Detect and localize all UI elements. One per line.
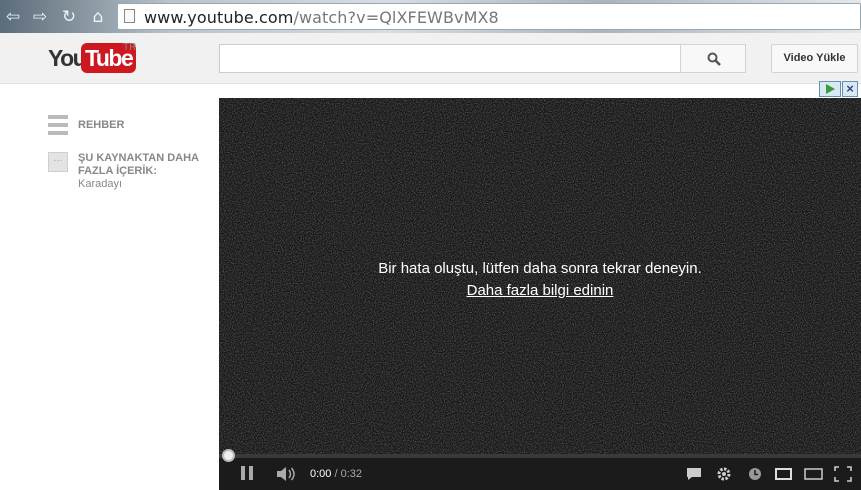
search-button[interactable]: [680, 44, 746, 73]
small-player-icon[interactable]: [775, 466, 793, 482]
upload-button[interactable]: Video Yükle: [771, 44, 858, 73]
fullscreen-icon[interactable]: [834, 466, 852, 482]
page-icon: [124, 9, 135, 23]
logo-you: You: [48, 45, 87, 71]
forward-icon[interactable]: ⇨: [30, 7, 50, 27]
reload-icon[interactable]: ↻: [59, 7, 79, 27]
captions-icon[interactable]: [686, 466, 702, 482]
progress-scrubber[interactable]: [222, 449, 235, 462]
url-text: www.youtube.com/watch?v=QlXFEWBvMX8: [144, 8, 499, 27]
ad-play-icon[interactable]: [819, 81, 841, 97]
region-label: TR: [123, 42, 137, 53]
home-icon[interactable]: ⌂: [88, 7, 108, 27]
guide-menu-icon: [48, 115, 68, 135]
ad-close-icon[interactable]: ×: [842, 81, 858, 97]
channel-avatar-icon: ···: [48, 152, 68, 172]
error-message: Bir hata oluştu, lütfen daha sonra tekra…: [378, 260, 702, 277]
time-current: 0:00: [310, 468, 332, 480]
progress-bar[interactable]: [219, 449, 861, 462]
time-total: 0:32: [340, 468, 363, 480]
player-controls: 0:00 / 0:32: [219, 449, 861, 490]
settings-gear-icon[interactable]: [716, 466, 732, 482]
ad-badge: ×: [819, 81, 859, 97]
search-input[interactable]: [219, 44, 681, 73]
url-path: /watch?v=QlXFEWBvMX8: [293, 8, 499, 27]
volume-icon[interactable]: [277, 466, 297, 482]
back-icon[interactable]: ⇦: [3, 7, 23, 27]
time-display: 0:00 / 0:32: [310, 468, 362, 480]
site-header: You Tube TR Video Yükle: [0, 33, 861, 84]
browser-toolbar: ⇦ ⇨ ↻ ⌂ www.youtube.com/watch?v=QlXFEWBv…: [0, 0, 861, 33]
source-channel-name: Karadayı: [78, 178, 123, 190]
large-player-icon[interactable]: [804, 466, 824, 482]
learn-more-link[interactable]: Daha fazla bilgi edinin: [467, 282, 614, 299]
url-host: www.youtube.com: [144, 8, 294, 27]
search-icon: [707, 52, 721, 66]
pause-button[interactable]: [241, 466, 255, 482]
time-separator: /: [331, 468, 341, 480]
address-bar[interactable]: www.youtube.com/watch?v=QlXFEWBvMX8: [117, 3, 861, 30]
video-player[interactable]: Bir hata oluştu, lütfen daha sonra tekra…: [219, 98, 861, 490]
watch-later-icon[interactable]: [747, 466, 763, 482]
source-title: ŞU KAYNAKTAN DAHA FAZLA İÇERİK:: [78, 152, 199, 177]
guide-label: REHBER: [78, 119, 125, 131]
